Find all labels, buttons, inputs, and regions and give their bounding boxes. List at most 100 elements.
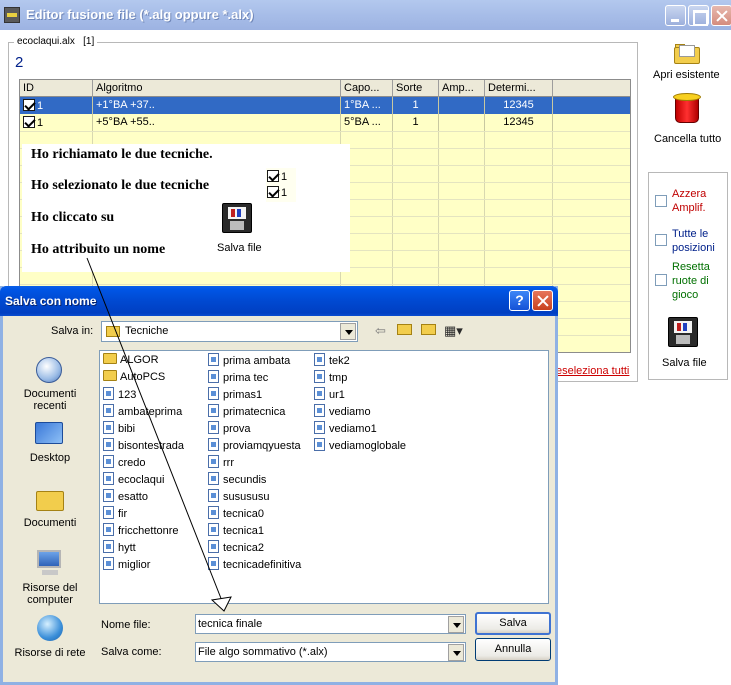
save-as-type-dropdown[interactable]: File algo sommativo (*.alx) (195, 642, 466, 662)
file-item[interactable]: ecoclaqui (103, 472, 164, 488)
places-recent-documents[interactable]: Documenti recenti (4, 388, 96, 412)
file-item[interactable]: 123 (103, 387, 136, 403)
cancella-tutto-button[interactable]: Cancella tutto (654, 133, 721, 145)
view-menu-icon[interactable]: ▦▾ (444, 323, 463, 339)
places-desktop[interactable]: Desktop (4, 452, 96, 464)
file-item[interactable]: vediamo1 (314, 421, 377, 437)
file-name: vediamoglobale (329, 440, 407, 452)
file-item[interactable]: vediamo (314, 404, 371, 420)
file-item[interactable]: bisontestrada (103, 438, 184, 454)
file-item[interactable]: prima tec (208, 370, 268, 386)
row-id: 1 (37, 100, 44, 112)
file-name: proviamqyuesta (223, 440, 301, 452)
file-name-label: ecoclaqui.alx (17, 36, 75, 47)
row-checkbox[interactable] (23, 116, 35, 128)
folder-item[interactable]: AutoPCS (103, 370, 165, 386)
row-determi: 12345 (485, 97, 553, 114)
row-id-cell[interactable]: 1 (20, 114, 93, 131)
places-documents[interactable]: Documenti (4, 517, 96, 529)
tutte-posizioni-checkbox[interactable] (655, 234, 667, 246)
file-item[interactable]: fir (103, 506, 127, 522)
file-item[interactable]: tecnica2 (208, 540, 264, 556)
row-algoritmo: +5°BA +55.. (93, 114, 341, 131)
table-row[interactable]: 1 +5°BA +55.. 5°BA ... 1 12345 (20, 114, 630, 131)
file-item[interactable]: susususu (208, 489, 269, 505)
apri-esistente-button[interactable]: Apri esistente (653, 69, 720, 81)
chevron-down-icon[interactable] (448, 616, 464, 633)
col-header-capo[interactable]: Capo... (341, 80, 393, 97)
file-item[interactable]: tecnica1 (208, 523, 264, 539)
my-documents-icon[interactable] (34, 485, 66, 515)
col-header-id[interactable]: ID (20, 80, 93, 97)
minimize-button[interactable] (665, 5, 686, 26)
file-item[interactable]: fricchettonre (103, 523, 179, 539)
file-icon (314, 421, 325, 434)
file-item[interactable]: tek2 (314, 353, 350, 369)
file-item[interactable]: prima ambata (208, 353, 290, 369)
save-button[interactable]: Salva (475, 612, 551, 635)
mini-check-label: 1 (281, 187, 288, 199)
row-id-cell[interactable]: 1 (20, 97, 93, 114)
file-name: vediamo1 (329, 423, 377, 435)
resetta-ruote-label[interactable]: Resetta ruote di gioco (672, 260, 710, 302)
file-item[interactable]: hytt (103, 540, 136, 556)
network-places-icon[interactable] (34, 613, 66, 643)
file-item[interactable]: proviamqyuesta (208, 438, 301, 454)
file-item[interactable]: bibi (103, 421, 135, 437)
file-item[interactable]: primatecnica (208, 404, 285, 420)
file-item[interactable]: miglior (103, 557, 150, 573)
col-header-algoritmo[interactable]: Algoritmo (93, 80, 341, 97)
file-item[interactable]: tecnica0 (208, 506, 264, 522)
file-list[interactable]: ALGOR AutoPCS 123 ambateprima bibi bisontestr… (99, 350, 549, 604)
file-item[interactable]: secundis (208, 472, 266, 488)
salva-file-button[interactable]: Salva file (662, 357, 707, 369)
file-name-input[interactable]: tecnica finale (195, 614, 466, 634)
folder-item[interactable]: ALGOR (103, 353, 159, 369)
file-item[interactable]: rrr (208, 455, 234, 471)
col-header-amp[interactable]: Amp... (439, 80, 485, 97)
recent-documents-icon[interactable] (34, 355, 66, 385)
tutte-posizioni-label[interactable]: Tutte le posizioni (672, 227, 715, 255)
col-header-sorte[interactable]: Sorte (393, 80, 439, 97)
places-my-computer[interactable]: Risorse del computer (4, 582, 96, 606)
file-item[interactable]: vediamoglobale (314, 438, 406, 454)
file-item[interactable]: credo (103, 455, 146, 471)
col-header-determi[interactable]: Determi... (485, 80, 553, 97)
file-item[interactable]: tecnicadefinitiva (208, 557, 301, 573)
new-folder-icon[interactable] (421, 323, 436, 339)
file-name: susususu (223, 491, 270, 503)
maximize-button[interactable] (688, 5, 709, 26)
places-network[interactable]: Risorse di rete (4, 647, 96, 659)
azzera-amplif-label[interactable]: Azzera Amplif. (672, 187, 706, 215)
file-item[interactable]: tmp (314, 370, 347, 386)
open-folder-icon[interactable] (674, 44, 700, 64)
folder-icon (103, 370, 117, 381)
desktop-icon[interactable] (34, 420, 66, 450)
trash-bucket-icon[interactable] (673, 93, 701, 125)
help-button[interactable]: ? (509, 290, 530, 311)
chevron-down-icon[interactable] (448, 644, 464, 661)
up-folder-icon[interactable] (397, 323, 412, 339)
my-computer-icon[interactable] (34, 548, 66, 578)
cancel-button[interactable]: Annulla (475, 638, 551, 661)
main-title-bar[interactable]: Editor fusione file (*.alg oppure *.alx) (0, 0, 731, 30)
close-window-button[interactable] (711, 5, 731, 26)
mini-check-label: 1 (281, 171, 288, 183)
file-item[interactable]: prova (208, 421, 251, 437)
deseleziona-tutti-link[interactable]: eseleziona tutti (556, 365, 629, 377)
dialog-close-button[interactable] (532, 290, 553, 311)
file-item[interactable]: primas1 (208, 387, 262, 403)
file-item[interactable]: esatto (103, 489, 148, 505)
file-item[interactable]: ambateprima (103, 404, 182, 420)
file-item[interactable]: ur1 (314, 387, 345, 403)
file-name: primatecnica (223, 406, 286, 418)
file-name: ur1 (329, 389, 345, 401)
resetta-ruote-checkbox[interactable] (655, 274, 667, 286)
row-checkbox[interactable] (23, 99, 35, 111)
azzera-amplif-checkbox[interactable] (655, 195, 667, 207)
floppy-disk-icon[interactable] (668, 317, 698, 347)
back-arrow-icon[interactable]: ⇦ (375, 323, 386, 339)
chevron-down-icon[interactable] (340, 323, 356, 340)
table-row[interactable]: 1 +1°BA +37.. 1°BA ... 1 12345 (20, 97, 630, 114)
file-icon (208, 353, 219, 366)
